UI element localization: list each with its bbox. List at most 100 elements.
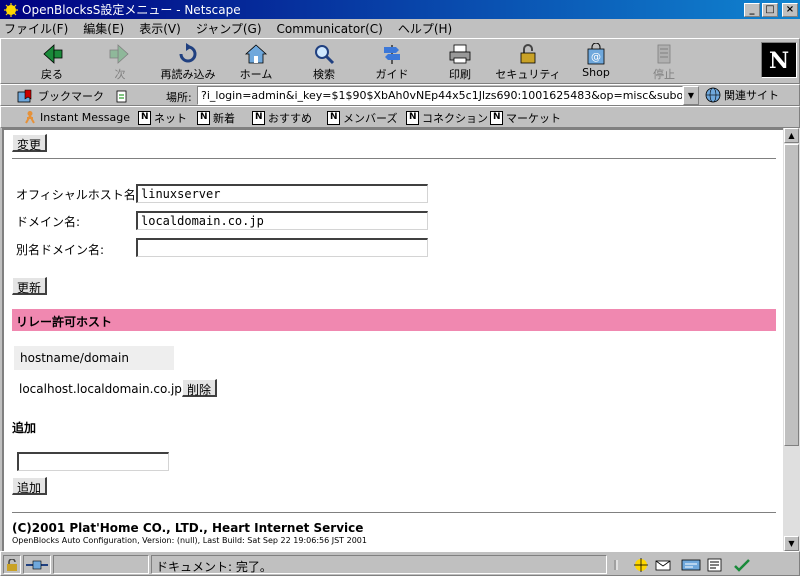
arrow-up-icon: ▲: [788, 131, 795, 140]
guide-signpost-icon: [384, 45, 400, 64]
relay-host-entry: localhost.localdomain.co.jp: [19, 382, 182, 396]
bookmark-page-icon: [252, 111, 265, 125]
location-label: 場所:: [166, 91, 192, 104]
arrow-down-icon: ▼: [788, 539, 795, 548]
relay-hosts-heading: リレー許可ホスト: [12, 309, 776, 331]
bookmark-new[interactable]: 新着: [197, 110, 235, 126]
window-title: OpenBlocksS設定メニュー - Netscape: [22, 3, 241, 17]
title-bar: OpenBlocksS設定メニュー - Netscape _ □ ×: [0, 0, 800, 19]
home-icon: [244, 44, 268, 64]
search-button[interactable]: 検索: [291, 41, 357, 83]
location-url-input[interactable]: ?i_login=admin&i_key=$1$90$XbAh0vNEp44x5…: [197, 86, 683, 105]
progress-bar: [53, 555, 149, 574]
forward-button[interactable]: 次: [87, 41, 153, 83]
menu-communicator[interactable]: Communicator(C): [277, 22, 383, 36]
mail-icon[interactable]: [655, 558, 675, 572]
instant-message-person-icon: [25, 111, 35, 124]
domain-label: ドメイン名:: [16, 215, 81, 229]
shop-bag-icon: @: [587, 43, 605, 65]
print-button[interactable]: 印刷: [427, 41, 493, 83]
status-text: ドキュメント: 完了。: [151, 555, 607, 574]
instant-message-button[interactable]: Instant Message: [23, 110, 130, 124]
alias-domain-label: 別名ドメイン名:: [16, 243, 105, 257]
copyright-text: (C)2001 Plat'Home CO., LTD., Heart Inter…: [12, 521, 364, 535]
alias-domain-input[interactable]: [136, 238, 428, 257]
reload-button[interactable]: 再読み込み: [155, 41, 221, 83]
stop-icon: [657, 44, 671, 64]
status-bar: ドキュメント: 完了。: [0, 551, 800, 576]
domain-input[interactable]: localdomain.co.jp: [136, 211, 428, 230]
menu-file[interactable]: ファイル(F): [4, 20, 68, 37]
security-button[interactable]: セキュリティ: [495, 41, 561, 83]
page-proxy-icon[interactable]: [115, 89, 129, 103]
delete-button[interactable]: 削除: [182, 379, 218, 397]
add-host-input[interactable]: [17, 452, 169, 471]
menu-view[interactable]: 表示(V): [139, 20, 181, 37]
update-button[interactable]: 更新: [12, 277, 48, 295]
relay-column-header: hostname/domain: [14, 346, 174, 370]
bookmark-members[interactable]: メンバーズ: [327, 110, 397, 126]
globe-icon: [705, 87, 721, 103]
minimize-button[interactable]: _: [744, 2, 760, 17]
related-sites-button[interactable]: 関連サイト: [705, 87, 779, 103]
hostname-input[interactable]: linuxserver: [136, 184, 428, 203]
search-icon: [315, 45, 335, 65]
netscape-logo-icon[interactable]: N: [761, 42, 797, 78]
svg-text:@: @: [591, 52, 601, 63]
divider: [12, 512, 776, 514]
stop-button[interactable]: 停止: [631, 41, 697, 83]
close-button[interactable]: ×: [782, 2, 798, 17]
bookmark-page-icon: [138, 111, 151, 125]
divider: [12, 158, 776, 160]
menu-bar: ファイル(F) 編集(E) 表示(V) ジャンプ(G) Communicator…: [0, 19, 800, 38]
page-content: 変更 オフィシャルホスト名: linuxserver ドメイン名: locald…: [2, 128, 783, 551]
bookmarks-button[interactable]: ブックマーク: [17, 88, 129, 104]
security-status-icon[interactable]: [3, 555, 21, 574]
bookmark-page-icon: [490, 111, 503, 125]
resize-grip-icon[interactable]: [733, 558, 751, 572]
connection-status-icon: [23, 555, 51, 574]
grip-icon: [614, 559, 618, 570]
guide-button[interactable]: ガイド: [359, 41, 425, 83]
add-button[interactable]: 追加: [12, 477, 48, 495]
location-dropdown-button[interactable]: ▼: [683, 86, 699, 105]
personal-toolbar: Instant Message ネット 新着 おすすめ メンバーズ コネクション…: [0, 106, 800, 128]
shop-button[interactable]: @ Shop: [563, 41, 629, 83]
bookmark-page-icon: [406, 111, 419, 125]
vertical-scrollbar[interactable]: ▲ ▼: [783, 128, 800, 551]
menu-help[interactable]: ヘルプ(H): [398, 20, 452, 37]
printer-icon: [449, 44, 471, 64]
netscape-app-icon: [3, 2, 19, 18]
dropdown-arrow-icon: ▼: [687, 91, 695, 100]
lock-icon: [520, 44, 536, 64]
reload-icon: [179, 43, 197, 63]
change-button[interactable]: 変更: [12, 134, 48, 152]
newsgroup-icon[interactable]: [681, 558, 701, 572]
component-bar: [611, 555, 799, 574]
composer-icon[interactable]: [707, 558, 723, 572]
scroll-up-button[interactable]: ▲: [784, 128, 799, 143]
bookmark-connection[interactable]: コネクション: [406, 110, 488, 126]
bookmark-page-icon: [197, 111, 210, 125]
scroll-down-button[interactable]: ▼: [784, 536, 799, 551]
bookmark-page-icon: [327, 111, 340, 125]
back-button[interactable]: 戻る: [19, 41, 85, 83]
back-arrow-icon: [43, 44, 63, 64]
menu-go[interactable]: ジャンプ(G): [196, 20, 262, 37]
navigator-icon[interactable]: [633, 557, 649, 572]
location-toolbar: ブックマーク 場所: ?i_login=admin&i_key=$1$90$Xb…: [0, 84, 800, 106]
home-button[interactable]: ホーム: [223, 41, 289, 83]
build-info-text: OpenBlocks Auto Configuration, Version: …: [12, 536, 367, 545]
add-heading: 追加: [12, 421, 37, 435]
forward-arrow-icon: [109, 44, 129, 64]
bookmark-market[interactable]: マーケット: [490, 110, 561, 126]
navigation-toolbar: 戻る 次 再読み込み ホーム 検索 ガイド 印刷 セキュリティ @ Shop 停…: [0, 38, 800, 84]
svg-text:N: N: [769, 48, 789, 74]
menu-edit[interactable]: 編集(E): [83, 20, 124, 37]
hostname-label: オフィシャルホスト名:: [16, 188, 140, 202]
scroll-thumb[interactable]: [784, 144, 799, 446]
bookmark-recommended[interactable]: おすすめ: [252, 110, 312, 126]
maximize-button[interactable]: □: [762, 2, 778, 17]
bookmark-net[interactable]: ネット: [138, 110, 187, 126]
bookmark-icon: [17, 89, 32, 103]
